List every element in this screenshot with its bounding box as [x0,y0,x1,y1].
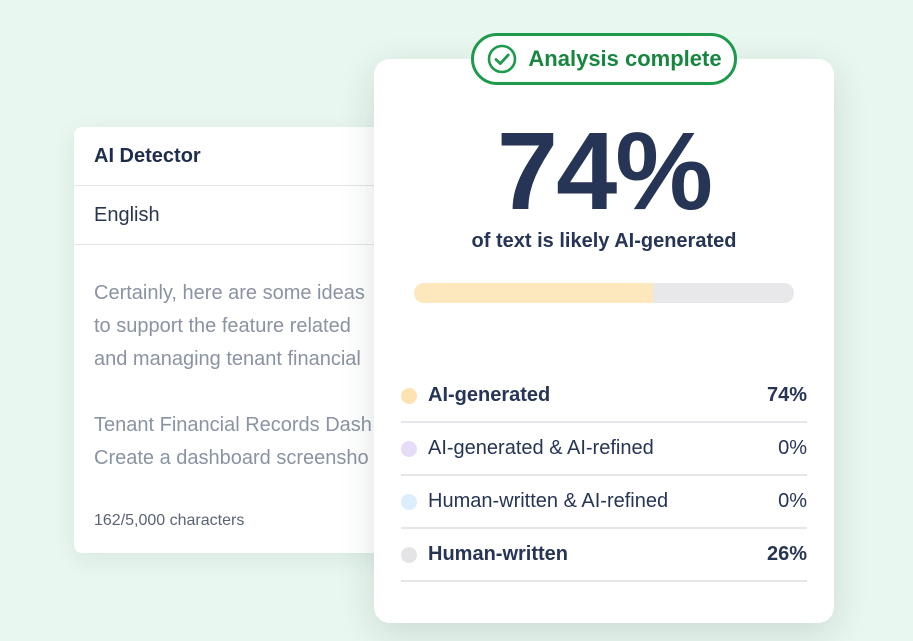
breakdown-label: Human-written & AI-refined [428,490,669,512]
text-line: Create a dashboard screensho [94,447,369,469]
ai-progress-fill [414,283,654,303]
breakdown-row: Human-written & AI-refined 0% [401,476,807,529]
text-line: Certainly, here are some ideas [94,282,365,304]
breakdown-label: Human-written [428,543,568,565]
legend-dot-icon [401,546,417,563]
legend-dot-icon [401,493,417,510]
result-subtitle: of text is likely AI-generated [471,230,737,252]
analysis-complete-badge: Analysis complete [471,33,737,85]
breakdown-label: AI-generated [428,384,551,406]
result-breakdown: AI-generated 74% AI-generated & AI-refined… [401,370,807,582]
character-count: 162/5,000 characters [94,512,245,529]
text-paragraph-1: Certainly, here are some ideas to suppor… [94,277,414,376]
check-circle-icon [488,44,517,74]
breakdown-value: 26% [766,543,807,565]
text-line: Tenant Financial Records Dash [94,414,372,436]
legend-dot-icon [401,387,417,404]
legend-dot-icon [401,440,417,457]
breakdown-label: AI-generated & AI-refined [428,437,654,459]
breakdown-value: 0% [778,437,807,459]
breakdown-row: Human-written 26% [401,529,807,582]
breakdown-row: AI-generated & AI-refined 0% [401,423,807,476]
text-line: to support the feature related [94,315,351,337]
badge-label: Analysis complete [528,46,722,71]
ai-progress-bar [414,283,794,303]
breakdown-value: 74% [766,384,807,406]
breakdown-value: 0% [778,490,807,512]
text-paragraph-2: Tenant Financial Records Dash Create a d… [94,409,414,475]
ai-percentage: 74% [496,110,713,233]
text-line: and managing tenant financial [94,348,361,370]
breakdown-row: AI-generated 74% [401,370,807,423]
